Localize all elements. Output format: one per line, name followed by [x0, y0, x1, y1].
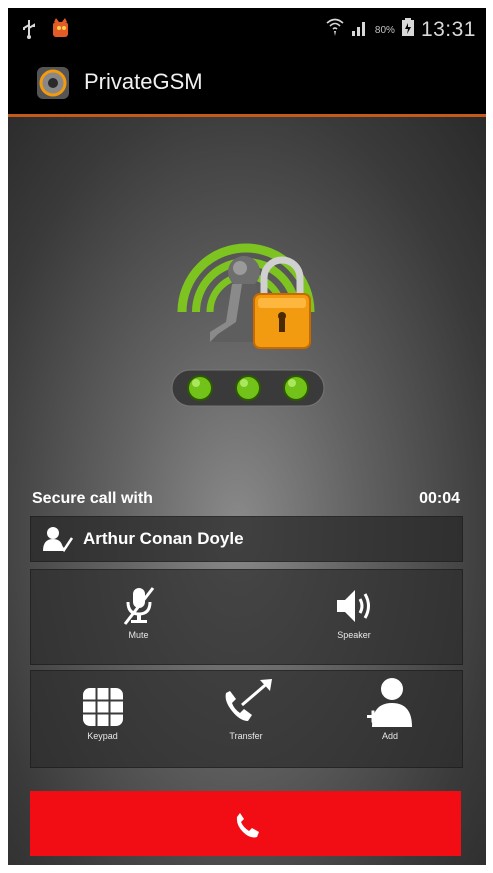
- end-call-button[interactable]: [30, 791, 461, 856]
- speaker-button[interactable]: Speaker: [246, 570, 462, 678]
- phone-screen: 80% 13:31 PrivateGSM Secure call with 00…: [8, 8, 486, 865]
- call-screen: Secure call with 00:04 Arthur Conan Doyl…: [8, 117, 486, 865]
- call-timer: 00:04: [419, 490, 460, 507]
- security-light-1: [187, 375, 213, 401]
- phone-hangup-icon: [236, 813, 259, 838]
- action-bar: PrivateGSM: [8, 52, 486, 117]
- keypad-button[interactable]: Keypad: [31, 671, 174, 781]
- keypad-icon: [31, 685, 174, 729]
- status-time: 13:31: [420, 18, 476, 41]
- transfer-label: Transfer: [229, 731, 263, 741]
- signal-icon: [351, 17, 369, 43]
- secure-call-label: Secure call with: [32, 490, 153, 507]
- mute-button[interactable]: Mute: [31, 570, 246, 678]
- app-title: PrivateGSM: [84, 69, 203, 94]
- status-bar: 80% 13:31: [8, 8, 486, 52]
- keypad-label: Keypad: [87, 731, 118, 741]
- security-light-2: [235, 375, 261, 401]
- mute-label: Mute: [128, 630, 149, 640]
- add-label: Add: [381, 731, 398, 741]
- battery-percent: 80%: [374, 24, 395, 36]
- transfer-button[interactable]: Transfer: [174, 671, 318, 773]
- call-header: Secure call with 00:04: [32, 490, 460, 514]
- call-transfer-icon: [174, 677, 318, 729]
- audio-controls-panel: Mute Speaker: [30, 569, 463, 665]
- microphone-muted-icon: [31, 584, 246, 628]
- security-level-indicator: [171, 369, 325, 407]
- add-call-button[interactable]: Add: [318, 671, 462, 771]
- contact-bar: Arthur Conan Doyle: [30, 516, 463, 562]
- wifi-icon: [325, 17, 345, 43]
- speaker-label: Speaker: [337, 630, 371, 640]
- call-actions-panel: Keypad Transfer Add: [30, 670, 463, 768]
- security-light-3: [283, 375, 309, 401]
- privategsm-app-icon[interactable]: [36, 66, 70, 100]
- add-person-icon: [318, 675, 462, 729]
- verified-contact-icon: [43, 525, 74, 553]
- battery-icon: [401, 17, 415, 43]
- secure-call-illustration: [158, 192, 338, 412]
- cat-notification-icon: [50, 18, 72, 46]
- usb-icon: [22, 19, 36, 45]
- speaker-icon: [246, 584, 462, 628]
- contact-name: Arthur Conan Doyle: [83, 529, 244, 548]
